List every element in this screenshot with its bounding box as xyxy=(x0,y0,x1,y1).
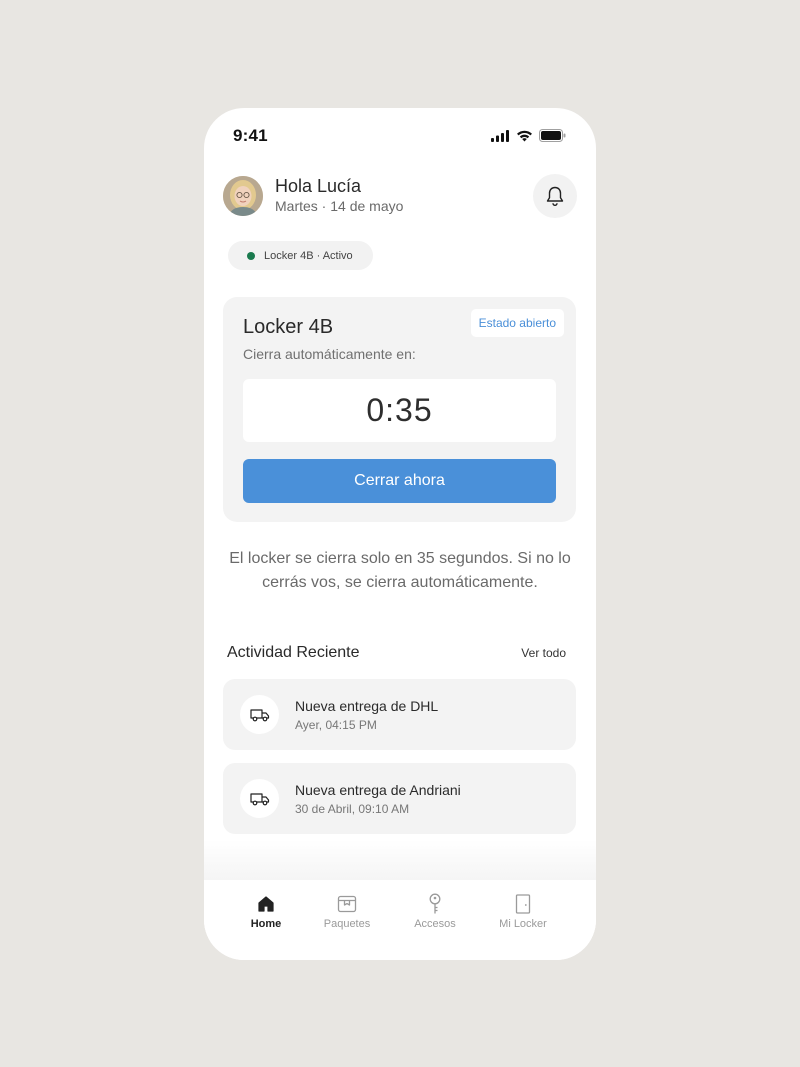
truck-icon xyxy=(240,695,279,734)
see-all-link[interactable]: Ver todo xyxy=(521,646,566,660)
package-icon xyxy=(307,893,387,915)
nav-item-mi-locker[interactable]: Mi Locker xyxy=(483,893,563,930)
nav-item-paquetes[interactable]: Paquetes xyxy=(307,893,387,930)
notifications-button[interactable] xyxy=(533,174,577,218)
nav-label-mi-locker: Mi Locker xyxy=(499,918,547,930)
nav-item-home[interactable]: Home xyxy=(226,893,306,930)
activity-item[interactable]: Nueva entrega de Andriani 30 de Abril, 0… xyxy=(223,763,576,834)
nav-item-accesos[interactable]: Accesos xyxy=(395,893,475,930)
locker-card: Locker 4B Estado abierto Cierra automáti… xyxy=(223,297,576,522)
wifi-icon xyxy=(517,130,532,141)
avatar[interactable] xyxy=(223,176,263,216)
home-icon xyxy=(226,893,306,915)
bottom-nav: Home Paquetes Accesos Mi Locker xyxy=(204,880,596,960)
greeting: Hola Lucía xyxy=(275,176,362,196)
activity-item[interactable]: Nueva entrega de DHL Ayer, 04:15 PM xyxy=(223,679,576,750)
activity-heading: Actividad Reciente xyxy=(227,644,360,661)
activity-time: Ayer, 04:15 PM xyxy=(295,718,377,732)
status-time: 9:41 xyxy=(233,126,268,145)
key-icon xyxy=(395,893,475,915)
activity-title: Nueva entrega de DHL xyxy=(295,698,439,714)
countdown-timer: 0:35 xyxy=(243,379,556,442)
date-label: Martes · 14 de mayo xyxy=(275,198,404,214)
status-bar: 9:41 xyxy=(204,108,596,164)
door-icon xyxy=(483,893,563,915)
status-icons xyxy=(491,129,566,142)
close-now-button[interactable]: Cerrar ahora xyxy=(243,459,556,503)
activity-time: 30 de Abril, 09:10 AM xyxy=(295,802,410,816)
locker-status-label: Locker 4B · Activo xyxy=(264,249,353,262)
auto-close-label: Cierra automáticamente en: xyxy=(243,346,416,362)
scroll-fade xyxy=(204,840,596,880)
nav-label-home: Home xyxy=(250,918,282,930)
cellular-signal-icon xyxy=(491,129,509,142)
info-text: El locker se cierra solo en 35 segundos.… xyxy=(229,550,571,591)
state-badge: Estado abierto xyxy=(470,309,564,337)
truck-icon xyxy=(240,779,279,818)
battery-icon xyxy=(539,129,566,142)
nav-label-paquetes: Paquetes xyxy=(323,918,371,930)
nav-label-accesos: Accesos xyxy=(414,918,456,930)
phone-screen: 9:41 Hola Lucía Martes · 14 de mayo Lock… xyxy=(204,108,596,960)
locker-status-pill: Locker 4B · Activo xyxy=(228,241,373,270)
bell-icon xyxy=(546,186,564,206)
activity-title: Nueva entrega de Andriani xyxy=(295,782,461,798)
locker-title: Locker 4B xyxy=(243,316,334,338)
header: Hola Lucía Martes · 14 de mayo xyxy=(223,174,577,220)
active-status-dot xyxy=(247,251,255,260)
